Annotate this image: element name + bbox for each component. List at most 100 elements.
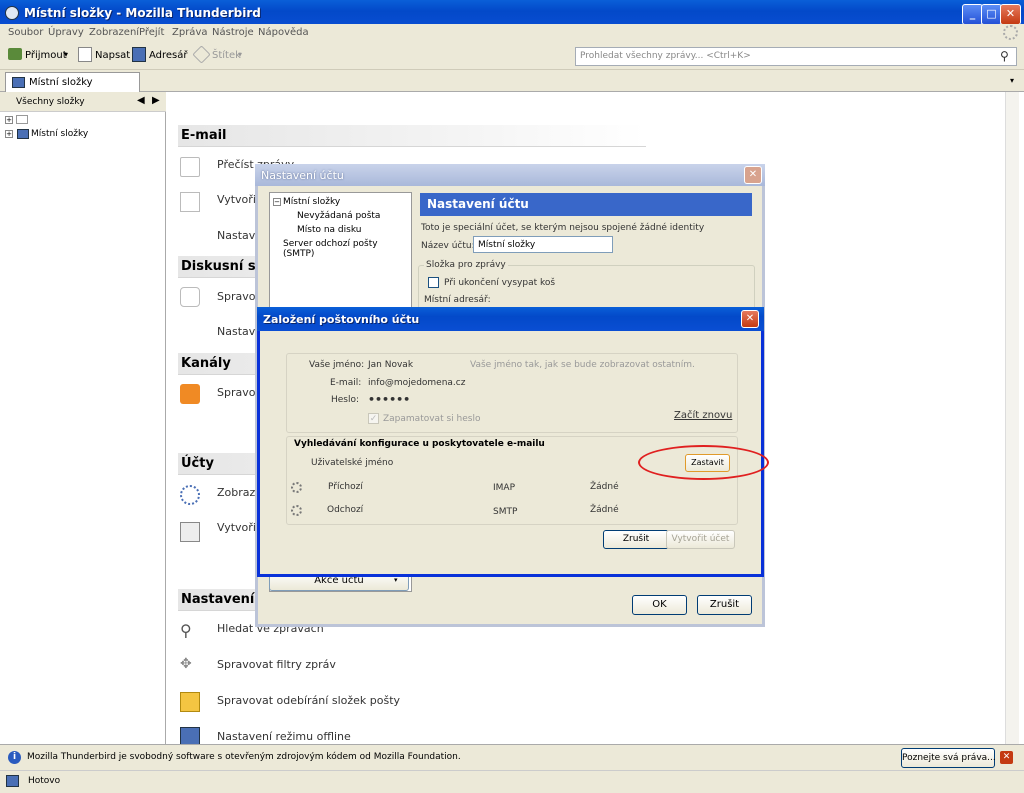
- lookup-heading: Vyhledávání konfigurace u poskytovatele …: [294, 439, 545, 449]
- write-mail-icon: [180, 192, 200, 212]
- online-status-icon[interactable]: [6, 775, 19, 787]
- outgoing-label: Odchozí: [327, 505, 364, 515]
- menu-edit[interactable]: Úpravy: [48, 27, 84, 38]
- your-name-label: Vaše jméno:: [309, 360, 365, 370]
- create-account-button[interactable]: Vytvořit účet: [666, 530, 735, 549]
- folder-view-label: Všechny složky: [16, 97, 85, 107]
- address-book-button[interactable]: Adresář: [149, 50, 188, 61]
- notification-close-icon[interactable]: ✕: [1000, 751, 1013, 764]
- rss-icon: [180, 384, 200, 404]
- account-settings-cancel-button[interactable]: Zrušit: [697, 595, 752, 615]
- tag-dropdown-icon[interactable]: ▾: [238, 50, 242, 59]
- message-folder-label: Složka pro zprávy: [424, 260, 508, 270]
- notification-bar: i Mozilla Thunderbird je svobodný softwa…: [0, 744, 1024, 770]
- email-value[interactable]: info@mojedomena.cz: [368, 378, 465, 388]
- incoming-protocol: IMAP: [493, 483, 516, 493]
- expand-icon[interactable]: +: [5, 116, 13, 124]
- menu-help[interactable]: Nápověda: [258, 27, 309, 38]
- offline-link[interactable]: Nastavení režimu offline: [217, 730, 351, 743]
- tag-icon: [192, 45, 211, 64]
- menu-go[interactable]: Přejít: [139, 27, 164, 38]
- subscribe-link[interactable]: Spravovat odebírání složek pošty: [217, 694, 400, 707]
- get-mail-dropdown-icon[interactable]: ▾: [64, 50, 68, 59]
- new-account-close-button[interactable]: ✕: [741, 310, 759, 328]
- account-settings-icon: [180, 485, 200, 505]
- incoming-label: Příchozí: [328, 482, 363, 492]
- info-icon: i: [8, 751, 21, 764]
- search-icon[interactable]: ⚲: [1000, 49, 1009, 63]
- folder-pane: Všechny složky ◀ ▶ + + Místní složky: [0, 92, 166, 744]
- tree-collapse-icon[interactable]: −: [273, 198, 281, 206]
- read-mail-icon: [180, 157, 200, 177]
- menu-file[interactable]: Soubor: [8, 27, 43, 38]
- local-folders-item[interactable]: Místní složky: [31, 129, 88, 139]
- tree-item-disk[interactable]: Místo na disku: [297, 225, 361, 235]
- password-label: Heslo:: [331, 395, 360, 405]
- account-settings-titlebar: Nastavení účtu ✕: [255, 164, 765, 186]
- new-account-titlebar: Založení poštovního účtu ✕: [257, 307, 764, 331]
- accounts-create-link[interactable]: Vytvořit: [217, 521, 260, 534]
- email-section-head: E-mail: [178, 125, 646, 147]
- incoming-spinner-icon: [291, 482, 302, 493]
- remember-checkbox[interactable]: ✓: [368, 413, 379, 424]
- subscribe-icon: [180, 692, 200, 712]
- empty-trash-checkbox[interactable]: [428, 277, 439, 288]
- new-account-cancel-button[interactable]: Zrušit: [603, 530, 669, 549]
- outgoing-protocol: SMTP: [493, 507, 518, 517]
- tag-button[interactable]: Štítek: [212, 50, 241, 61]
- tab-local-folders[interactable]: Místní složky: [5, 72, 140, 92]
- maximize-button[interactable]: □: [981, 4, 1002, 25]
- filters-icon: ✥: [180, 656, 192, 672]
- your-name-hint: Vaše jméno tak, jak se bude zobrazovat o…: [470, 360, 695, 370]
- outgoing-spinner-icon: [291, 505, 302, 516]
- menu-tools[interactable]: Nástroje: [212, 27, 254, 38]
- account-settings-close-button[interactable]: ✕: [744, 166, 762, 184]
- status-bar: Hotovo: [0, 770, 1024, 793]
- username-label: Uživatelské jméno: [311, 458, 394, 468]
- vertical-scrollbar[interactable]: [1005, 92, 1019, 744]
- know-rights-button[interactable]: Poznejte svá práva...: [901, 748, 996, 768]
- remember-label: Zapamatovat si heslo: [383, 414, 481, 424]
- new-account-icon: [180, 522, 200, 542]
- highlight-ellipse: [638, 445, 769, 480]
- tab-list-icon[interactable]: ▾: [1010, 76, 1014, 85]
- folder-pane-header: Všechny složky ◀ ▶: [0, 92, 166, 112]
- write-mail-link[interactable]: Vytvořit: [217, 193, 260, 206]
- restart-link[interactable]: Začít znovu: [674, 410, 732, 421]
- news-manage-icon: [180, 287, 200, 307]
- account-settings-ok-button[interactable]: OK: [632, 595, 687, 615]
- prev-view-icon[interactable]: ◀: [137, 95, 145, 106]
- notification-text: Mozilla Thunderbird je svobodný software…: [27, 752, 461, 762]
- filters-link[interactable]: Spravovat filtry zpráv: [217, 658, 336, 671]
- menu-message[interactable]: Zpráva: [172, 27, 207, 38]
- address-book-icon: [132, 47, 146, 62]
- get-mail-button[interactable]: Přijmout: [25, 50, 67, 61]
- menu-view[interactable]: Zobrazení: [89, 27, 139, 38]
- tab-label: Místní složky: [29, 77, 93, 88]
- write-button[interactable]: Napsat: [95, 50, 130, 61]
- window-title: Místní složky - Mozilla Thunderbird: [24, 6, 261, 20]
- write-icon: [78, 47, 92, 62]
- tree-item-smtp[interactable]: Server odchozí pošty (SMTP): [283, 239, 411, 259]
- search-input[interactable]: Prohledat všechny zprávy... <Ctrl+K> ⚲: [575, 47, 1017, 66]
- expand-local-icon[interactable]: +: [5, 130, 13, 138]
- empty-trash-label: Při ukončení vysypat koš: [444, 278, 556, 288]
- your-name-value[interactable]: Jan Novak: [368, 360, 413, 370]
- get-mail-icon: [8, 48, 22, 60]
- new-account-dialog: Založení poštovního účtu ✕ Vaše jméno: J…: [257, 307, 769, 577]
- password-value[interactable]: ••••••: [368, 393, 410, 406]
- tree-item-local[interactable]: Místní složky: [283, 197, 340, 207]
- close-button[interactable]: ✕: [1000, 4, 1021, 25]
- search-placeholder: Prohledat všechny zprávy... <Ctrl+K>: [580, 51, 751, 61]
- account-settings-title: Nastavení účtu: [261, 169, 344, 182]
- new-account-title: Založení poštovního účtu: [263, 313, 420, 326]
- menu-bar: Soubor Úpravy Zobrazení Přejít Zpráva Ná…: [0, 24, 1024, 42]
- tree-item-junk[interactable]: Nevyžádaná pošta: [297, 211, 380, 221]
- next-view-icon[interactable]: ▶: [152, 95, 160, 106]
- account-name-field[interactable]: Místní složky: [473, 236, 613, 253]
- account-settings-panel-title: Nastavení účtu: [420, 193, 752, 216]
- tab-bar: Místní složky ▾: [0, 70, 1024, 92]
- account-desc: Toto je speciální účet, se kterým nejsou…: [421, 223, 705, 233]
- local-folders-icon: [17, 129, 29, 139]
- minimize-button[interactable]: _: [962, 4, 983, 25]
